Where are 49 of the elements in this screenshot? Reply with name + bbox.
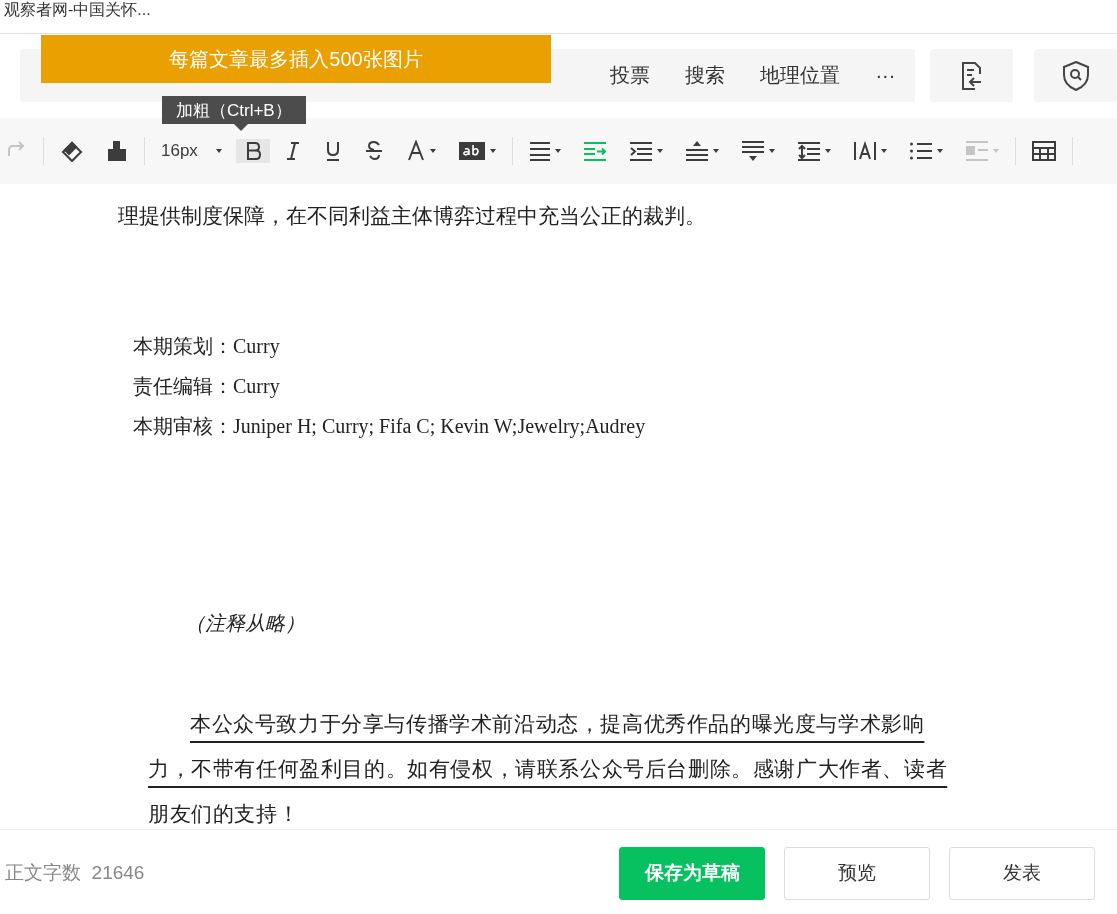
indent-icon <box>628 140 653 162</box>
font-color-icon <box>405 140 426 162</box>
font-size-button[interactable]: 16px <box>153 139 230 163</box>
bold-button[interactable] <box>235 139 270 163</box>
tooltip: 加粗（Ctrl+B） <box>162 96 306 124</box>
credit-line: 责任编辑：Curry <box>133 374 281 400</box>
shield-search-icon <box>1062 60 1089 91</box>
tooltip-pointer-icon <box>233 123 249 131</box>
paragraph-spacing-icon <box>740 140 765 162</box>
paragraph-spacing-icon <box>684 140 709 162</box>
eraser-icon <box>60 140 84 162</box>
caret-icon <box>554 149 561 153</box>
caret-icon <box>992 149 999 153</box>
credit-line: 本期策划：Curry <box>133 334 281 360</box>
document-import-icon <box>960 61 983 90</box>
image-float-icon <box>964 140 989 162</box>
page-title: 观察者网-中国关怀... <box>4 1 151 18</box>
caret-icon <box>712 149 719 153</box>
caret-icon <box>489 149 496 153</box>
brush-icon <box>106 140 128 162</box>
caret-icon <box>215 149 222 153</box>
menu-item[interactable]: ··· <box>875 64 896 87</box>
caret-icon <box>429 149 436 153</box>
disclaimer-paragraph: 本公众号致力于分享与传播学术前沿动态，提高优秀作品的曝光度与学术影响力，不带有任何盈利目的。如有侵权，请联系公众号后台删除。感谢广大作者、读者朋友们的支持！ <box>148 711 949 828</box>
indent-icon <box>582 140 607 162</box>
menu-item[interactable]: 搜索 <box>685 62 726 89</box>
word-count: 正文字数 21646 <box>5 861 145 885</box>
action-button[interactable]: 发表 <box>949 846 1095 900</box>
paragraph: 理提供制度保障，在不同利益主体博弈过程中充当公正的裁判。 <box>118 203 707 230</box>
menu-item[interactable]: 投票 <box>610 62 651 89</box>
align-icon <box>528 140 551 162</box>
menu-item[interactable]: 地理位置 <box>760 62 841 89</box>
note-text: （注释从略） <box>185 611 306 636</box>
credit-line: 本期审核：Juniper H; Curry; Fifa C; Kevin W;Jewelry;Audrey <box>133 414 647 440</box>
table-icon <box>1031 140 1056 162</box>
import-button[interactable] <box>930 49 1014 102</box>
caret-icon <box>880 149 887 153</box>
caret-icon <box>936 149 943 153</box>
security-button[interactable] <box>1034 49 1117 102</box>
caret-icon <box>656 149 663 153</box>
caret-icon <box>824 149 831 153</box>
caret-icon <box>768 149 775 153</box>
highlight-icon <box>457 140 486 162</box>
action-button[interactable]: 预览 <box>784 846 930 900</box>
notice-banner: 每篇文章最多插入500张图片 <box>41 35 551 83</box>
strikethrough-icon <box>363 140 384 162</box>
letter-spacing-icon <box>852 140 877 162</box>
list-icon <box>908 140 933 162</box>
line-height-icon <box>796 140 821 162</box>
